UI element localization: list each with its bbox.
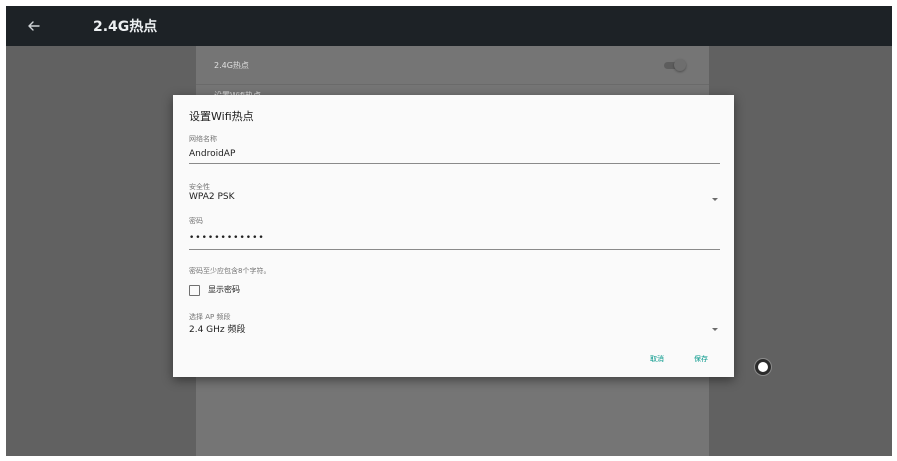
switch-thumb	[674, 59, 686, 71]
app-bar: 2.4G热点	[6, 6, 892, 46]
ap-band-label: 选择 AP 频段	[189, 313, 231, 321]
hotspot-switch[interactable]	[662, 59, 686, 71]
screen: 2.4G热点 2.4G热点 设置Wifi热点 设置Wifi热点 网络名称 And…	[6, 6, 892, 456]
network-name-underline	[189, 163, 720, 164]
floating-circle-button[interactable]	[755, 359, 771, 375]
show-password-checkbox[interactable]	[189, 285, 200, 296]
arrow-left-icon[interactable]	[24, 16, 44, 36]
chevron-down-icon[interactable]	[712, 328, 718, 331]
save-button[interactable]: 保存	[694, 354, 708, 364]
cancel-button[interactable]: 取消	[650, 354, 664, 364]
network-name-label: 网络名称	[189, 135, 217, 143]
show-password-label: 显示密码	[208, 285, 240, 294]
chevron-down-icon[interactable]	[712, 198, 718, 201]
security-label: 安全性	[189, 183, 210, 191]
hotspot-toggle-row[interactable]: 2.4G热点	[196, 46, 709, 85]
hotspot-label: 2.4G热点	[214, 61, 249, 70]
password-underline	[189, 249, 720, 250]
password-label: 密码	[189, 217, 203, 225]
page-title: 2.4G热点	[93, 19, 158, 35]
ap-band-select[interactable]: 2.4 GHz 频段	[189, 322, 246, 335]
security-select[interactable]: WPA2 PSK	[189, 192, 235, 202]
dialog-title: 设置Wifi热点	[189, 110, 254, 123]
setup-hotspot-dialog: 设置Wifi热点 网络名称 AndroidAP 安全性 WPA2 PSK 密码 …	[173, 95, 734, 377]
network-name-input[interactable]: AndroidAP	[189, 149, 235, 159]
password-input[interactable]: ••••••••••••	[189, 233, 265, 243]
password-hint: 密码至少应包含8个字符。	[189, 267, 271, 275]
